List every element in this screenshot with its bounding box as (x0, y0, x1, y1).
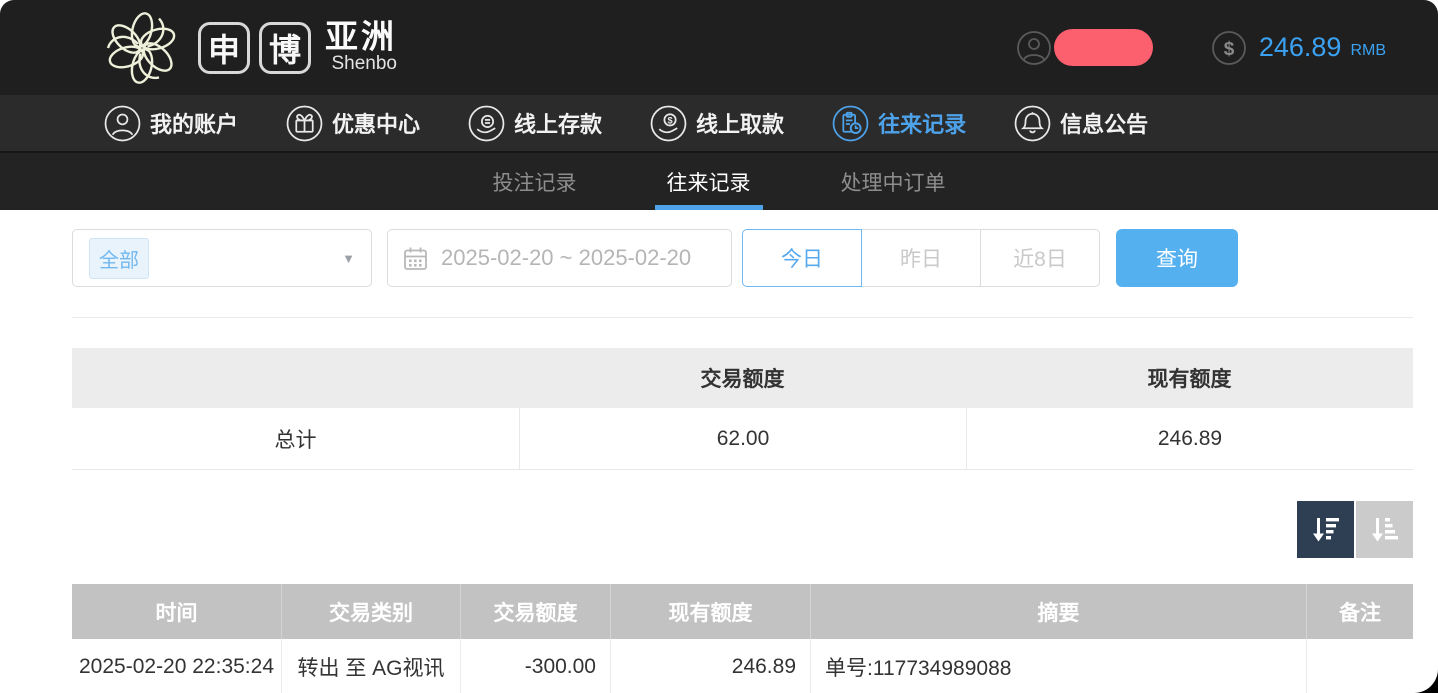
sort-descending-icon (1309, 513, 1343, 547)
summary-table-header: 交易额度 现有额度 (72, 348, 1413, 408)
username-pill[interactable] (1054, 29, 1153, 66)
summary-header-current-balance: 现有额度 (966, 348, 1413, 408)
svg-text:$: $ (668, 115, 674, 125)
date-range-input[interactable]: 2025-02-20 ~ 2025-02-20 (387, 229, 732, 287)
sub-nav: 投注记录 往来记录 处理中订单 (0, 151, 1438, 210)
logo-region-text: 亚洲 (325, 20, 397, 55)
summary-total-label: 总计 (72, 408, 519, 469)
logo-brand-text: Shenbo (331, 54, 397, 75)
filter-row: 全部 ▼ 2025-02-20 ~ 2025-02-20 今日 昨日 近8日 查… (72, 229, 1438, 287)
tab-betting-records[interactable]: 投注记录 (481, 153, 589, 210)
range-button-last-8-days[interactable]: 近8日 (980, 229, 1100, 287)
bell-icon (1014, 105, 1051, 142)
record-time: 2025-02-20 22:35:24 (72, 639, 281, 693)
chevron-down-icon: ▼ (342, 251, 355, 266)
summary-total-row: 总计 62.00 246.89 (72, 408, 1413, 470)
main-nav: 我的账户 优惠中心 线上存款 $ 线上取款 (0, 95, 1438, 151)
nav-item-announcements[interactable]: 信息公告 (1014, 105, 1148, 142)
record-summary: 单号:117734989088 (810, 639, 1306, 693)
balance-currency: RMB (1350, 36, 1386, 60)
calendar-icon (402, 245, 429, 272)
type-select[interactable]: 全部 ▼ (72, 229, 372, 287)
records-header-category: 交易类别 (281, 584, 460, 639)
quick-range-group: 今日 昨日 近8日 (742, 229, 1100, 287)
records-table-header: 时间 交易类别 交易额度 现有额度 摘要 备注 (72, 584, 1413, 639)
range-button-yesterday[interactable]: 昨日 (861, 229, 981, 287)
section-divider (72, 317, 1413, 318)
nav-item-label: 线上存款 (514, 107, 602, 139)
record-remark (1306, 639, 1413, 693)
range-button-today[interactable]: 今日 (742, 229, 862, 287)
summary-header-blank (72, 348, 519, 408)
record-category: 转出 至 AG视讯 (281, 639, 460, 693)
type-select-value: 全部 (89, 238, 149, 279)
tab-processing-orders[interactable]: 处理中订单 (829, 153, 958, 210)
site-logo[interactable]: 申 博 亚洲 Shenbo (98, 4, 397, 92)
avatar-icon[interactable] (1016, 30, 1052, 66)
sort-descending-button[interactable] (1297, 501, 1354, 558)
logo-char-box-1: 申 (198, 22, 250, 74)
summary-header-transaction-amount: 交易额度 (519, 348, 966, 408)
top-header: 申 博 亚洲 Shenbo $ 246.89 RMB (0, 0, 1438, 95)
dollar-icon: $ (1211, 30, 1247, 66)
nav-item-records[interactable]: 往来记录 (832, 105, 966, 142)
table-row: 2025-02-20 22:35:24 转出 至 AG视讯 -300.00 24… (72, 639, 1413, 693)
sort-controls (0, 501, 1413, 558)
records-header-time: 时间 (72, 584, 281, 639)
search-button[interactable]: 查询 (1116, 229, 1238, 287)
balance-amount: 246.89 (1259, 32, 1342, 63)
summary-transaction-amount-value: 62.00 (519, 408, 966, 469)
balance-group[interactable]: $ 246.89 RMB (1211, 30, 1386, 66)
nav-item-deposit[interactable]: 线上存款 (468, 105, 602, 142)
records-table: 时间 交易类别 交易额度 现有额度 摘要 备注 2025-02-20 22:35… (72, 584, 1413, 693)
summary-table: 交易额度 现有额度 总计 62.00 246.89 (72, 348, 1413, 470)
records-header-summary: 摘要 (810, 584, 1306, 639)
nav-item-label: 优惠中心 (332, 107, 420, 139)
svg-text:$: $ (1224, 39, 1235, 60)
records-header-remark: 备注 (1306, 584, 1413, 639)
record-balance: 246.89 (610, 639, 810, 693)
sort-ascending-button[interactable] (1356, 501, 1413, 558)
tab-transaction-records[interactable]: 往来记录 (655, 153, 763, 210)
records-header-balance: 现有额度 (610, 584, 810, 639)
records-icon (832, 105, 869, 142)
flower-logo-icon (98, 4, 186, 92)
gift-icon (286, 105, 323, 142)
nav-item-label: 我的账户 (150, 107, 238, 139)
nav-item-label: 往来记录 (878, 107, 966, 139)
records-header-amount: 交易额度 (460, 584, 610, 639)
withdraw-icon: $ (650, 105, 687, 142)
window-corner-decoration (1414, 669, 1438, 693)
nav-item-my-account[interactable]: 我的账户 (104, 105, 238, 142)
deposit-icon (468, 105, 505, 142)
nav-item-label: 线上取款 (696, 107, 784, 139)
nav-item-label: 信息公告 (1060, 107, 1148, 139)
sort-ascending-icon (1368, 513, 1402, 547)
user-icon (104, 105, 141, 142)
nav-item-withdraw[interactable]: $ 线上取款 (650, 105, 784, 142)
summary-current-balance-value: 246.89 (966, 408, 1413, 469)
nav-item-promotions[interactable]: 优惠中心 (286, 105, 420, 142)
logo-char-box-2: 博 (259, 22, 311, 74)
date-range-value: 2025-02-20 ~ 2025-02-20 (441, 245, 691, 271)
record-amount: -300.00 (460, 639, 610, 693)
